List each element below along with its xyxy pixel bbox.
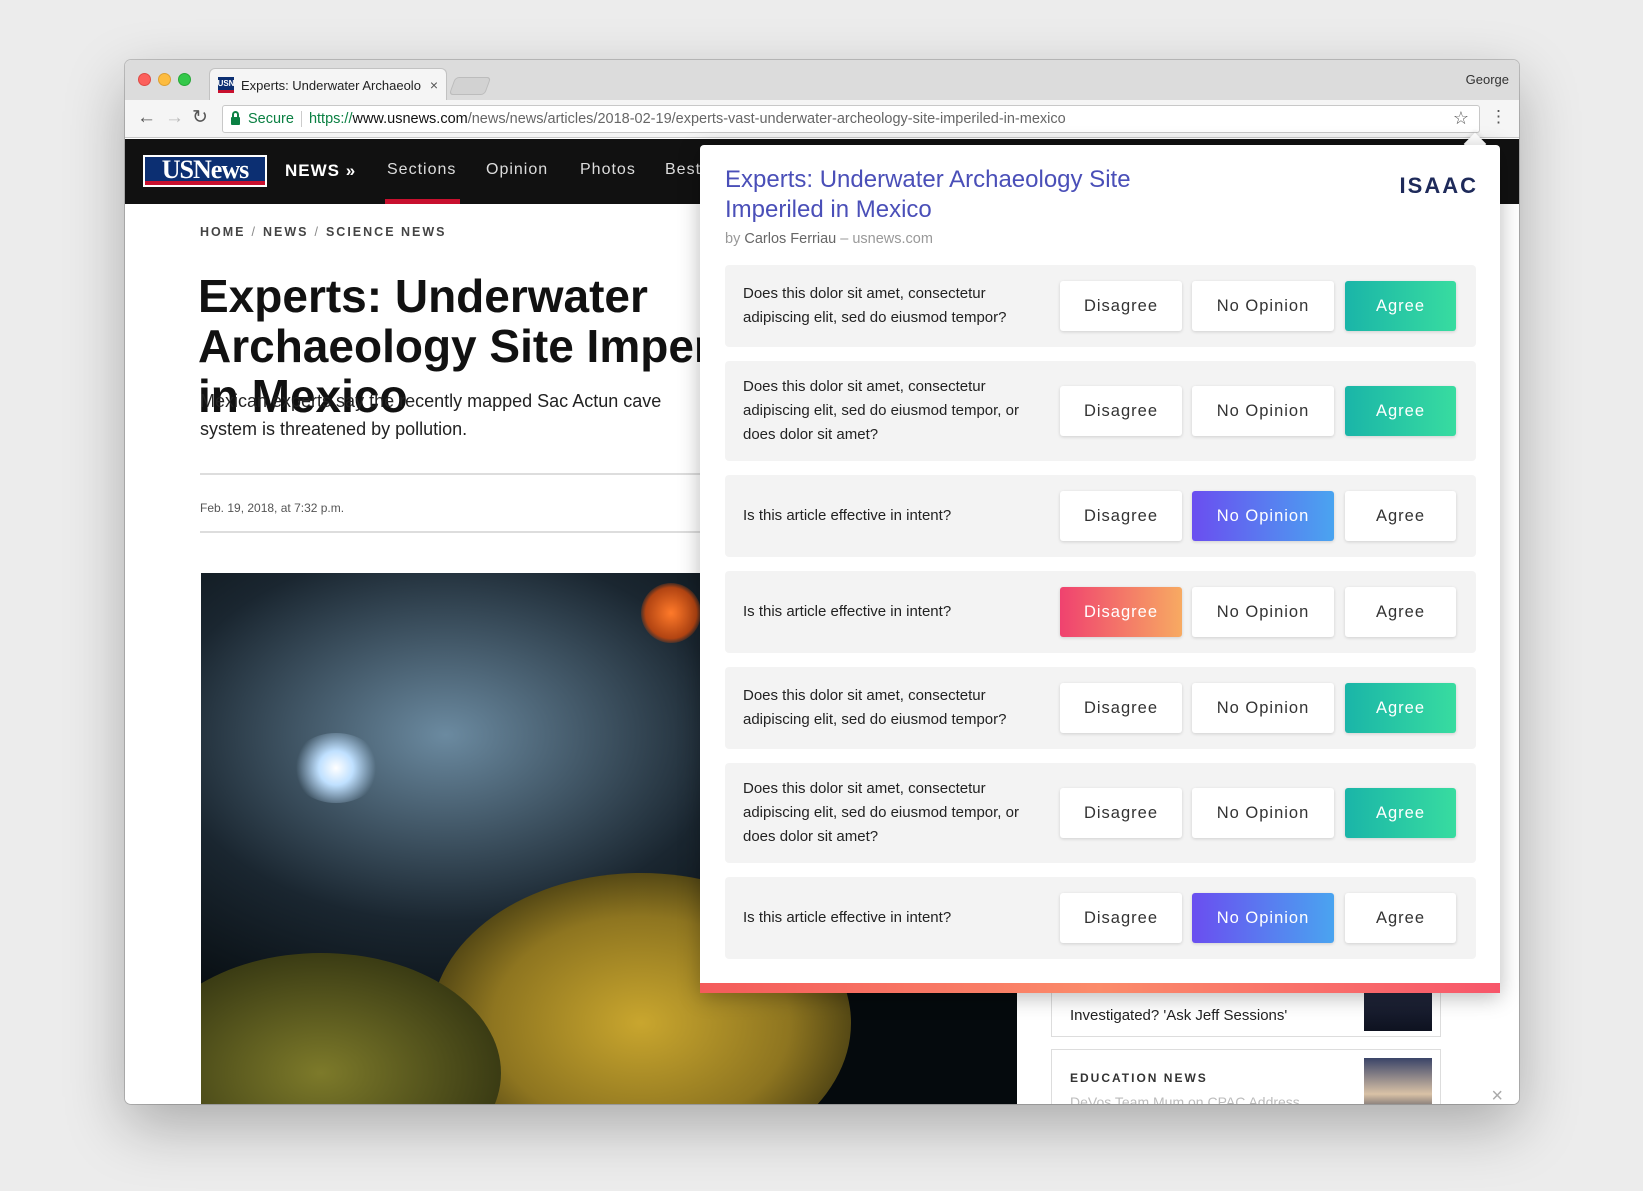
agree-button[interactable]: Agree [1345, 281, 1456, 331]
tab-title: Experts: Underwater Archaeolo [241, 77, 421, 93]
browser-tab[interactable]: USN Experts: Underwater Archaeolo × [209, 68, 447, 101]
nav-news[interactable]: NEWS » [285, 161, 356, 181]
no-opinion-button[interactable]: No Opinion [1192, 788, 1334, 838]
photo-helmet [641, 583, 701, 643]
sidebar-story-thumbnail [1364, 1058, 1432, 1104]
byline-author: Carlos Ferriau [744, 231, 837, 247]
url-host: www.usnews.com [352, 111, 468, 127]
isaac-popup: Experts: Underwater Archaeology Site Imp… [700, 145, 1500, 993]
article-dateline: Feb. 19, 2018, at 7:32 p.m. [200, 501, 345, 515]
more-menu-icon[interactable]: ⋮ [1490, 108, 1507, 125]
question-row: Does this dolor sit amet, consectetur ad… [725, 667, 1476, 749]
question-row: Is this article effective in intent? Disa… [725, 475, 1476, 557]
question-text: Does this dolor sit amet, consectetur ad… [743, 285, 1007, 326]
url-scheme: https:// [308, 111, 353, 127]
disagree-button[interactable]: Disagree [1060, 893, 1182, 943]
agree-button[interactable]: Agree [1345, 587, 1456, 637]
breadcrumb-news[interactable]: NEWS [263, 225, 309, 239]
question-row: Does this dolor sit amet, consectetur ad… [725, 361, 1476, 461]
agree-button[interactable]: Agree [1345, 683, 1456, 733]
bookmark-star-icon[interactable]: ☆ [1453, 108, 1469, 129]
url-path: /news/news/articles/2018-02-19/experts-v… [467, 111, 1066, 127]
no-opinion-button[interactable]: No Opinion [1192, 683, 1334, 733]
url-separator [300, 111, 302, 127]
disagree-button[interactable]: Disagree [1060, 788, 1182, 838]
title-bar: USN Experts: Underwater Archaeolo × Geor… [125, 60, 1519, 101]
close-icon[interactable]: × [1491, 1085, 1503, 1104]
breadcrumb-separator: / [314, 225, 320, 239]
no-opinion-button[interactable]: No Opinion [1192, 281, 1334, 331]
disagree-button[interactable]: Disagree [1060, 587, 1182, 637]
lock-icon [231, 110, 240, 125]
address-bar[interactable]: Secure https:// www.usnews.com /news/new… [222, 105, 1480, 133]
forward-arrow-icon[interactable]: → [165, 108, 184, 128]
disagree-button[interactable]: Disagree [1060, 386, 1182, 436]
popup-article-title: Experts: Underwater Archaeology Site Imp… [725, 166, 1131, 223]
question-row: Is this article effective in intent? Disa… [725, 877, 1476, 959]
agree-button[interactable]: Agree [1345, 386, 1456, 436]
no-opinion-button[interactable]: No Opinion [1192, 893, 1334, 943]
byline-source: – usnews.com [840, 231, 933, 247]
question-text: Does this dolor sit amet, consectetur ad… [743, 687, 1007, 728]
question-row: Is this article effective in intent? Disa… [725, 571, 1476, 653]
photo-dive-light [291, 733, 381, 803]
secure-label: Secure [248, 111, 294, 127]
sidebar-story-category: EDUCATION NEWS [1070, 1071, 1208, 1085]
zoom-window-button[interactable] [178, 73, 191, 86]
question-text: Does this dolor sit amet, consectetur ad… [743, 378, 1019, 443]
no-opinion-button[interactable]: No Opinion [1192, 386, 1334, 436]
nav-photos[interactable]: Photos [580, 161, 636, 179]
question-text: Is this article effective in intent? [743, 909, 952, 926]
divider [200, 473, 700, 475]
no-opinion-button[interactable]: No Opinion [1192, 587, 1334, 637]
agree-button[interactable]: Agree [1345, 788, 1456, 838]
nav-sections[interactable]: Sections [387, 161, 456, 179]
back-arrow-icon[interactable]: ← [137, 108, 156, 128]
breadcrumb: HOME / NEWS / SCIENCE NEWS [200, 225, 447, 239]
popup-accent-bar [700, 983, 1500, 993]
breadcrumb-separator: / [251, 225, 257, 239]
sidebar-story-title: DeVos Team Mum on CPAC Address [1070, 1094, 1300, 1104]
sidebar-story-title: Investigated? 'Ask Jeff Sessions' [1070, 1007, 1288, 1024]
no-opinion-button[interactable]: No Opinion [1192, 491, 1334, 541]
breadcrumb-science-news[interactable]: SCIENCE NEWS [326, 225, 447, 239]
question-row: Does this dolor sit amet, consectetur ad… [725, 763, 1476, 863]
agree-button[interactable]: Agree [1345, 893, 1456, 943]
browser-toolbar: ← → ↻ Secure https:// www.usnews.com /ne… [125, 100, 1519, 138]
question-row: Does this dolor sit amet, consectetur ad… [725, 265, 1476, 347]
reload-icon[interactable]: ↻ [192, 108, 208, 128]
disagree-button[interactable]: Disagree [1060, 683, 1182, 733]
byline-prefix: by [725, 231, 741, 247]
minimize-window-button[interactable] [158, 73, 171, 86]
question-text: Is this article effective in intent? [743, 603, 952, 620]
close-window-button[interactable] [138, 73, 151, 86]
usnews-logo[interactable]: USNews [143, 155, 267, 187]
question-text: Is this article effective in intent? [743, 507, 952, 524]
tab-close-icon[interactable]: × [430, 77, 438, 93]
disagree-button[interactable]: Disagree [1060, 491, 1182, 541]
breadcrumb-home[interactable]: HOME [200, 225, 246, 239]
agree-button[interactable]: Agree [1345, 491, 1456, 541]
new-tab-button[interactable] [448, 77, 492, 95]
nav-active-indicator [385, 199, 460, 204]
usnews-favicon-icon: USN [218, 77, 234, 93]
nav-best[interactable]: Best [665, 161, 701, 179]
disagree-button[interactable]: Disagree [1060, 281, 1182, 331]
question-text: Does this dolor sit amet, consectetur ad… [743, 780, 1019, 845]
divider [200, 531, 700, 533]
nav-opinion[interactable]: Opinion [486, 161, 548, 179]
profile-name[interactable]: George [1466, 72, 1509, 87]
article-dek: Mexican experts say the recently mapped … [200, 391, 662, 439]
isaac-logo: ISAAC [1399, 173, 1478, 198]
popup-byline: by Carlos Ferriau – usnews.com [725, 231, 933, 247]
sidebar-story-card[interactable]: EDUCATION NEWS DeVos Team Mum on CPAC Ad… [1051, 1049, 1441, 1104]
